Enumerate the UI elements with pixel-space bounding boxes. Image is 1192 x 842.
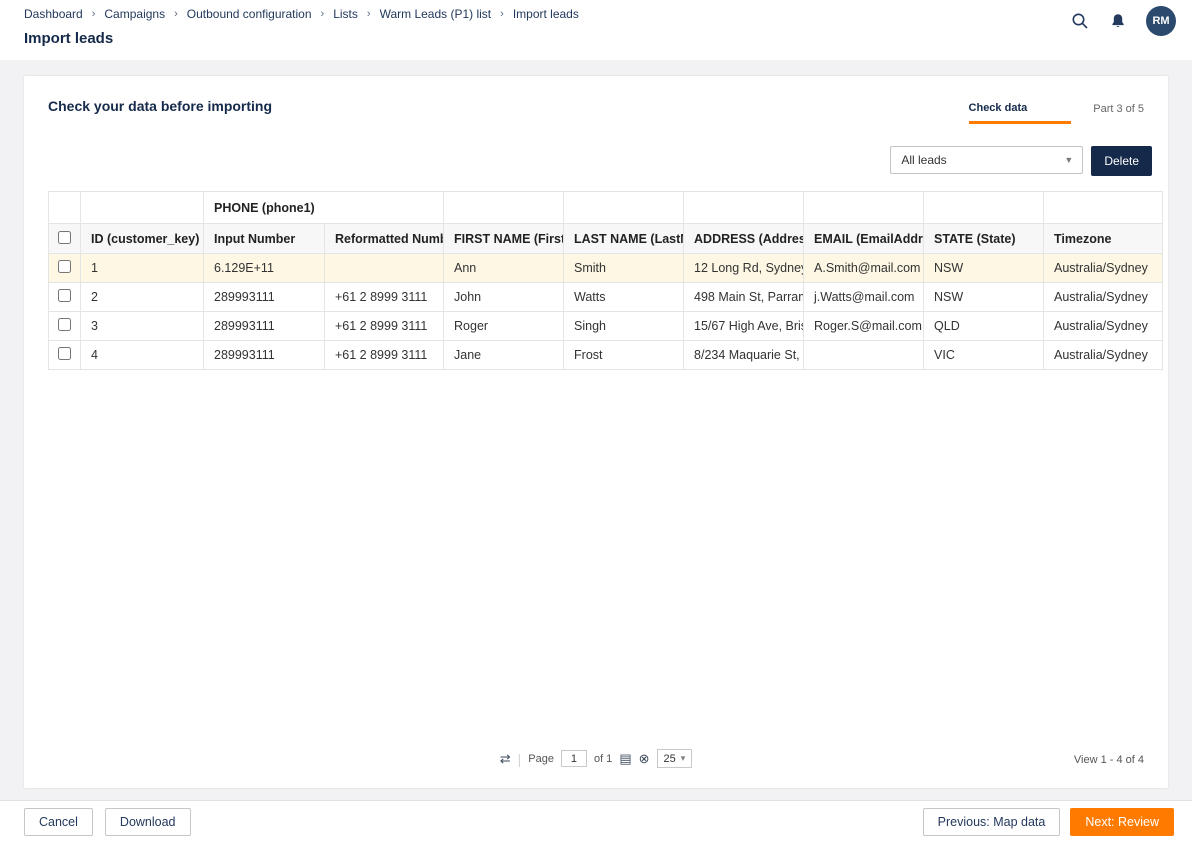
column-header-email: EMAIL (EmailAddress) [804,224,924,254]
breadcrumb-item-outbound-configuration[interactable]: Outbound configuration [187,7,312,21]
column-header-address: ADDRESS (Address) [684,224,804,254]
page-size-select[interactable]: 25 ▾ [657,749,693,768]
search-icon[interactable] [1070,11,1090,31]
top-actions: RM [1070,6,1176,36]
column-header-reformatted-number: Reformatted Number [325,224,444,254]
chevron-down-icon: ▼ [1064,155,1073,165]
reset-icon[interactable]: ⊗ [639,752,650,765]
pager-columns-icon[interactable]: ⇄ [500,752,511,765]
page-number-input[interactable] [561,750,587,767]
column-header-id: ID (customer_key) [81,224,204,254]
panel-heading: Check your data before importing [48,98,272,124]
column-header-state: STATE (State) [924,224,1044,254]
table-row: 3 289993111 +61 2 8999 3111 Roger Singh … [49,312,1163,341]
breadcrumb-separator-icon: › [321,8,325,20]
chevron-down-icon: ▾ [681,753,686,764]
tab-check-data[interactable]: Check data [969,102,1072,124]
phone-group-header: PHONE (phone1) [204,192,444,224]
page-title: Import leads [24,30,1168,47]
footer-right-actions: Previous: Map data Next: Review [923,808,1174,836]
breadcrumb-separator-icon: › [92,8,96,20]
page-of-label: of 1 [594,753,612,765]
breadcrumb-item-campaigns[interactable]: Campaigns [104,7,165,21]
import-check-panel: Check your data before importing Check d… [24,76,1168,788]
pager-divider: | [518,751,522,767]
breadcrumb-separator-icon: › [174,8,178,20]
delete-button[interactable]: Delete [1091,146,1152,176]
row-checkbox[interactable] [58,260,71,273]
step-indicator: Part 3 of 5 [1093,103,1144,124]
notifications-bell-icon[interactable] [1108,11,1128,31]
breadcrumb-item-lists[interactable]: Lists [333,7,358,21]
view-range-label: View 1 - 4 of 4 [1074,754,1144,766]
table-view-icon[interactable]: ▤ [619,752,631,765]
breadcrumb-item-warm-leads-list[interactable]: Warm Leads (P1) list [380,7,492,21]
download-button[interactable]: Download [105,808,191,836]
panel-head: Check your data before importing Check d… [24,76,1168,124]
column-header-timezone: Timezone [1044,224,1163,254]
row-checkbox[interactable] [58,318,71,331]
column-header-last-name: LAST NAME (LastName) [564,224,684,254]
breadcrumb: Dashboard › Campaigns › Outbound configu… [24,7,1168,21]
column-group-header-row: PHONE (phone1) [49,192,1163,224]
column-header-input-number: Input Number [204,224,325,254]
previous-map-data-button[interactable]: Previous: Map data [923,808,1061,836]
leads-table: PHONE (phone1) ID (customer_key) Input N… [48,191,1163,370]
app-root: Dashboard › Campaigns › Outbound configu… [0,0,1192,842]
table-row: 2 289993111 +61 2 8999 3111 John Watts 4… [49,283,1163,312]
grid-controls: All leads ▼ Delete [24,124,1168,191]
next-review-button[interactable]: Next: Review [1070,808,1174,836]
pagination-bar: ⇄ | Page of 1 ▤ ⊗ 25 ▾ [24,749,1168,768]
table-row: 1 6.129E+11 Ann Smith 12 Long Rd, Sydney… [49,254,1163,283]
breadcrumb-separator-icon: › [367,8,371,20]
column-header-first-name: FIRST NAME (FirstName) [444,224,564,254]
cancel-button[interactable]: Cancel [24,808,93,836]
select-all-checkbox[interactable] [58,231,71,244]
page-label: Page [528,753,554,765]
breadcrumb-item-dashboard[interactable]: Dashboard [24,7,83,21]
user-avatar[interactable]: RM [1146,6,1176,36]
leads-filter-value: All leads [901,153,946,167]
page-size-value: 25 [664,753,676,765]
breadcrumb-separator-icon: › [500,8,504,20]
row-checkbox[interactable] [58,289,71,302]
data-grid-wrap: PHONE (phone1) ID (customer_key) Input N… [24,191,1168,370]
top-bar: Dashboard › Campaigns › Outbound configu… [0,0,1192,60]
column-header-row: ID (customer_key) Input Number Reformatt… [49,224,1163,254]
table-row: 4 289993111 +61 2 8999 3111 Jane Frost 8… [49,341,1163,370]
tab-strip: Check data Part 3 of 5 [969,102,1144,124]
row-checkbox[interactable] [58,347,71,360]
footer-bar: Cancel Download Previous: Map data Next:… [0,800,1192,842]
leads-filter-dropdown[interactable]: All leads ▼ [890,146,1083,174]
breadcrumb-item-import-leads: Import leads [513,7,579,21]
